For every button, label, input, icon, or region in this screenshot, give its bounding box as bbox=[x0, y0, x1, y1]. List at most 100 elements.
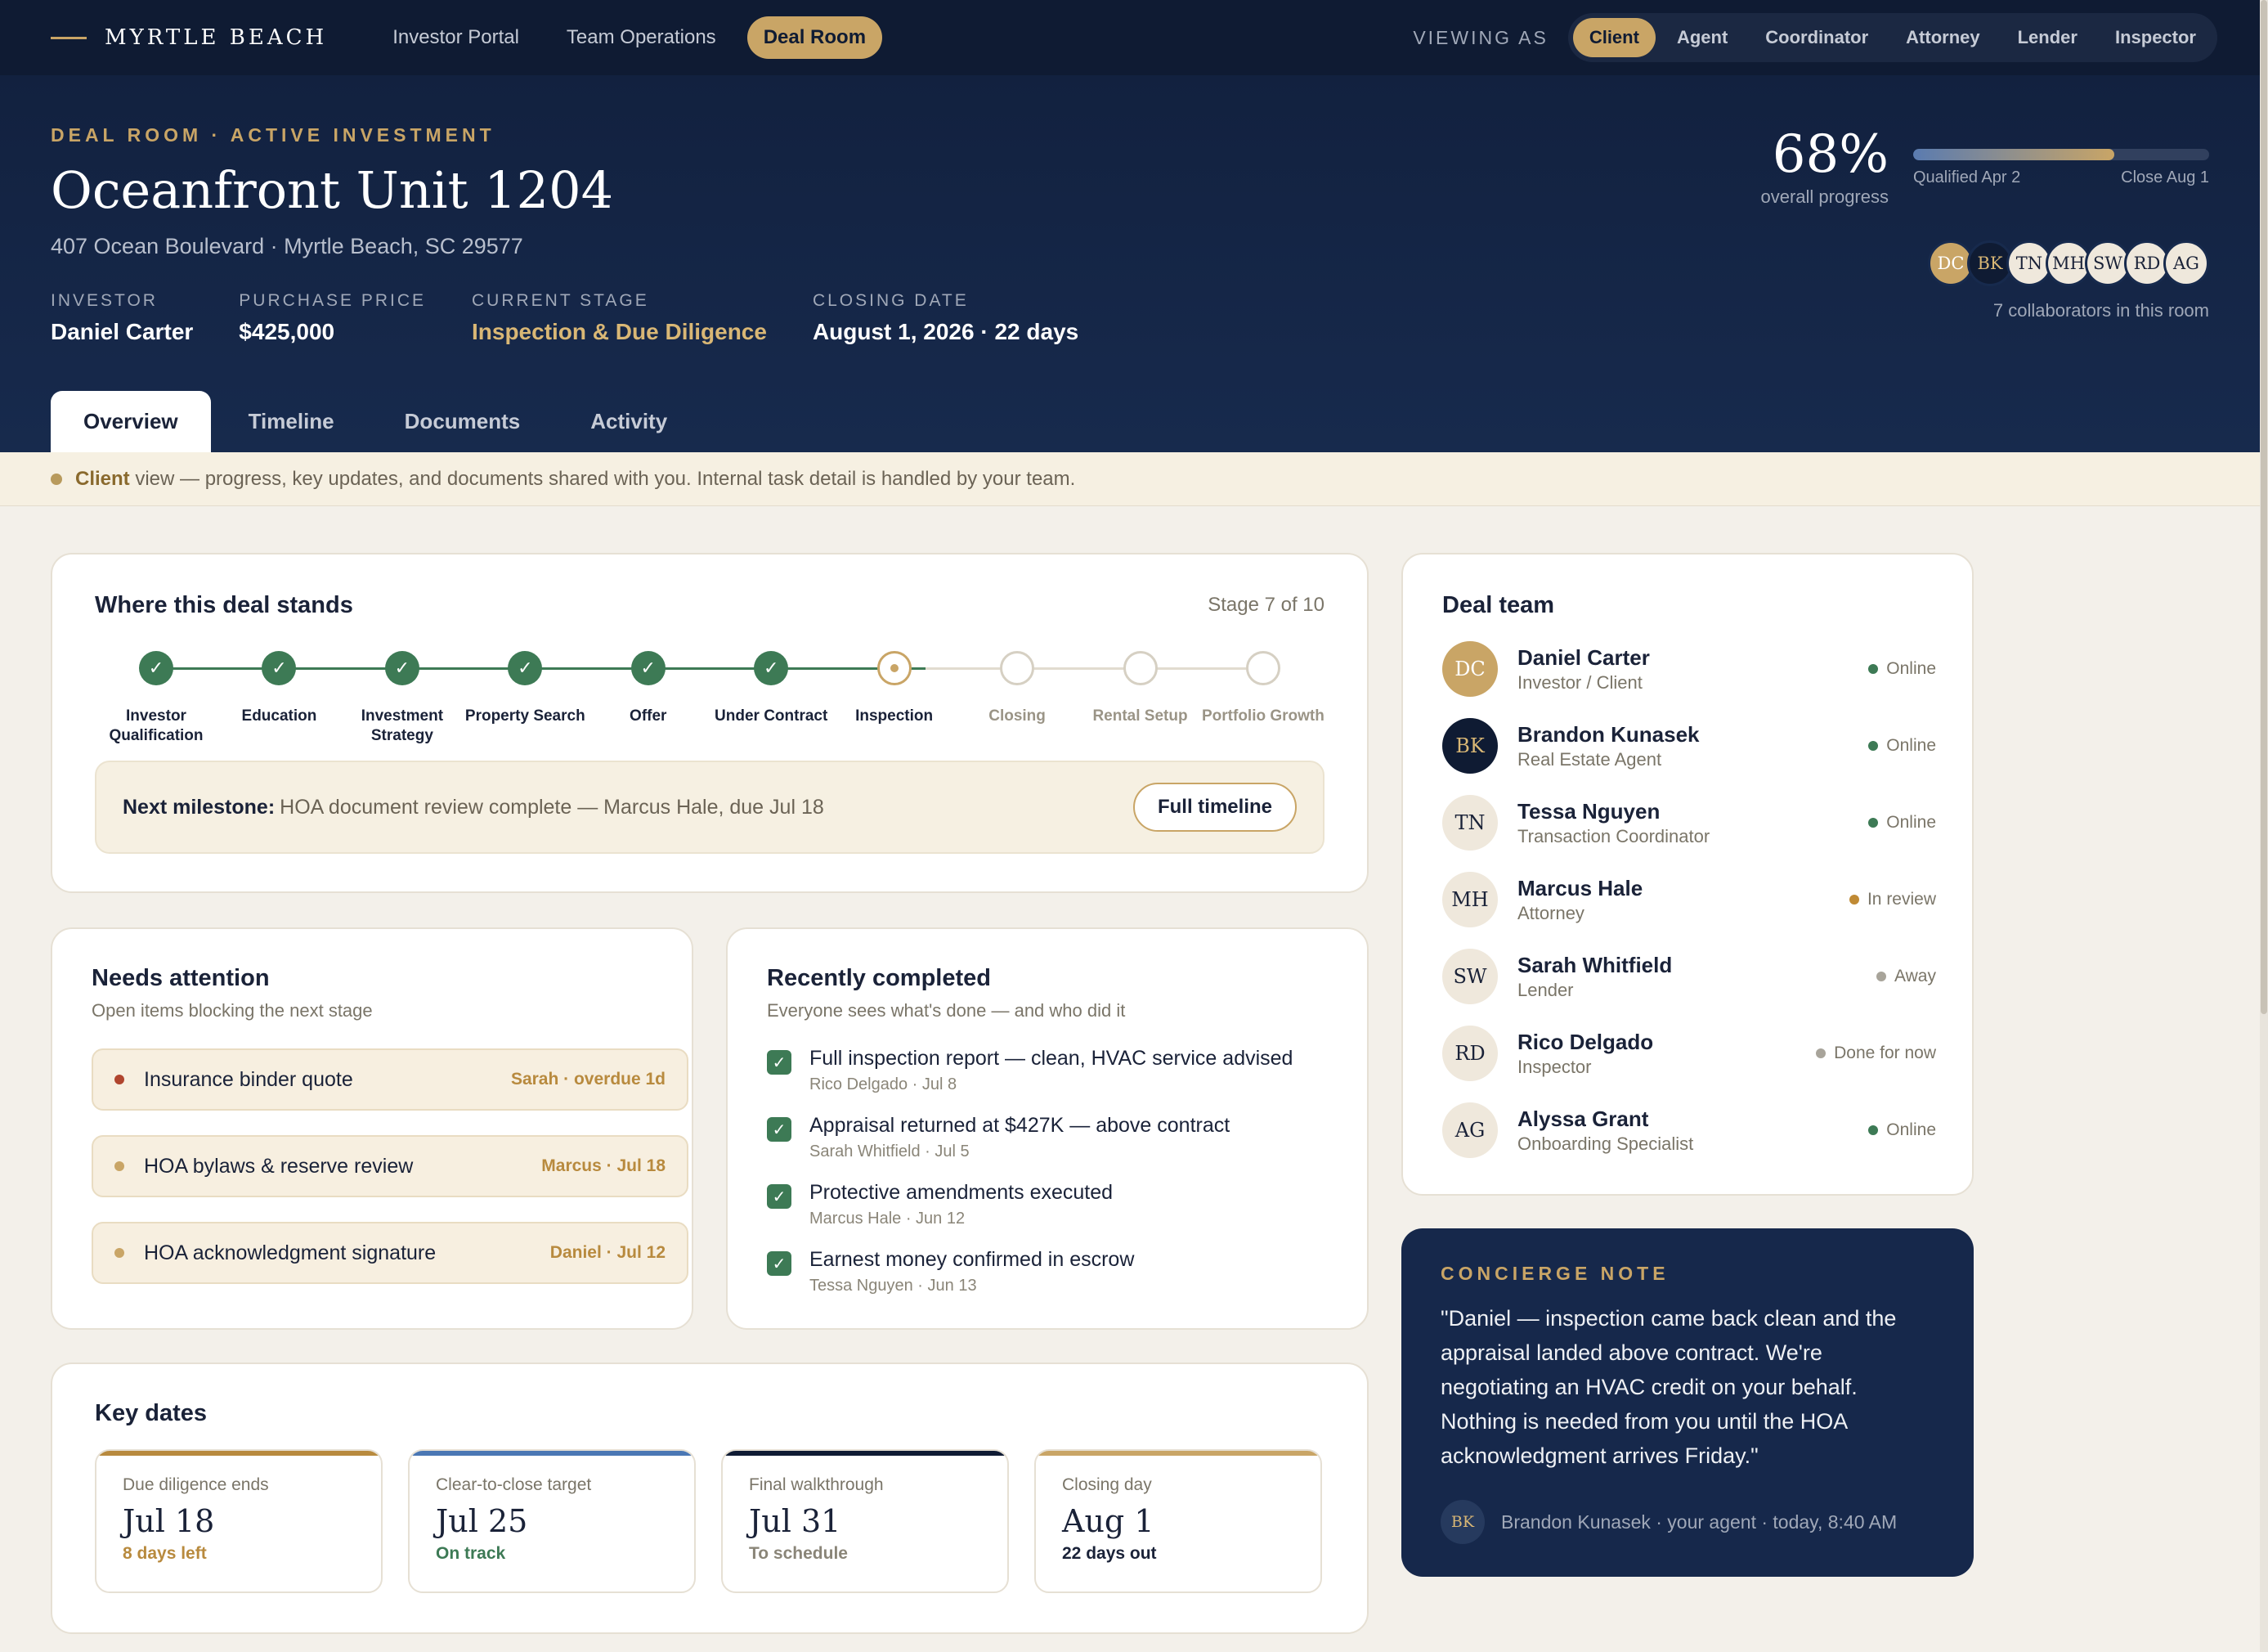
priority-dot bbox=[114, 1248, 124, 1258]
attention-item[interactable]: HOA bylaws & reserve review Marcus · Jul … bbox=[92, 1135, 688, 1197]
key-date-note: To schedule bbox=[749, 1544, 848, 1563]
avatar: BK bbox=[1442, 718, 1498, 774]
nav-link-deal-room[interactable]: Deal Room bbox=[746, 16, 883, 59]
stage-done-icon: ✓ bbox=[139, 651, 173, 685]
stage-step-label: Investor Qualification bbox=[109, 707, 204, 744]
stage-step-label: Rental Setup bbox=[1092, 707, 1188, 725]
role-agent[interactable]: Agent bbox=[1661, 18, 1744, 57]
role-inspector[interactable]: Inspector bbox=[2099, 18, 2212, 57]
page-scrollbar[interactable] bbox=[2260, 0, 2268, 1652]
stage-done-icon: ✓ bbox=[384, 651, 419, 685]
status-dot bbox=[1868, 1125, 1879, 1135]
stage-step-label: Under Contract bbox=[715, 707, 828, 725]
role-attorney[interactable]: Attorney bbox=[1889, 18, 1996, 57]
attention-item-meta: Daniel · Jul 12 bbox=[549, 1243, 666, 1262]
progress-percent: 68% bbox=[1772, 124, 1889, 185]
team-member-role: Transaction Coordinator bbox=[1517, 825, 1710, 846]
collaborator-avatars[interactable]: DC BK TN MH SW RD AG bbox=[1928, 240, 2209, 286]
collaborator-avatar[interactable]: AG bbox=[2163, 240, 2209, 286]
team-member[interactable]: TN Tessa Nguyen Transaction Coordinator Onl… bbox=[1442, 792, 1936, 854]
stage-current-icon bbox=[876, 651, 912, 685]
status-dot bbox=[1868, 818, 1879, 828]
status-badge: Online bbox=[1868, 659, 1936, 679]
stage-step-label: Closing bbox=[988, 707, 1046, 725]
team-member-info: Rico Delgado Inspector bbox=[1517, 1030, 1653, 1078]
overall-progress: 68% overall progress bbox=[1760, 126, 1889, 208]
team-member[interactable]: BK Brandon Kunasek Real Estate Agent Online bbox=[1442, 715, 1936, 777]
key-date-note: 8 days left bbox=[123, 1544, 207, 1563]
completed-item-body: Appraisal returned at $427K — above cont… bbox=[809, 1114, 1230, 1161]
team-member[interactable]: DC Daniel Carter Investor / Client Online bbox=[1442, 638, 1936, 700]
recently-completed-title: Recently completed bbox=[767, 965, 991, 991]
team-member[interactable]: RD Rico Delgado Inspector Done for now bbox=[1442, 1022, 1936, 1084]
viewing-as-label: VIEWING AS bbox=[1413, 26, 1549, 48]
nav-links: Investor Portal Team Operations Deal Room bbox=[376, 16, 883, 59]
team-member-name: Brandon Kunasek bbox=[1517, 721, 1700, 747]
priority-dot bbox=[114, 1075, 124, 1084]
deal-tabs: Overview Timeline Documents Activity bbox=[51, 391, 700, 452]
progress-end: Close Aug 1 bbox=[2121, 168, 2209, 186]
role-lender[interactable]: Lender bbox=[2001, 18, 2094, 57]
brand[interactable]: MYRTLE BEACH bbox=[51, 25, 327, 50]
team-member[interactable]: MH Marcus Hale Attorney In review bbox=[1442, 869, 1936, 931]
next-milestone: Next milestone: HOA document review comp… bbox=[95, 761, 1324, 854]
full-timeline-button[interactable]: Full timeline bbox=[1132, 783, 1297, 832]
stage-todo-icon bbox=[1000, 651, 1035, 685]
status-text: Away bbox=[1894, 967, 1936, 985]
team-member-info: Alyssa Grant Onboarding Specialist bbox=[1517, 1107, 1693, 1155]
stage-step-label: Inspection bbox=[855, 707, 934, 725]
stage-counter: Stage 7 of 10 bbox=[1208, 594, 1324, 616]
brand-name: MYRTLE BEACH bbox=[105, 25, 328, 50]
brand-mark bbox=[51, 36, 87, 39]
completed-item-body: Full inspection report — clean, HVAC ser… bbox=[809, 1047, 1293, 1094]
key-dates-card: Key dates Due diligence ends Jul 18 8 days… bbox=[51, 1362, 1369, 1634]
fact-value: $425,000 bbox=[239, 319, 335, 344]
page-title: Oceanfront Unit 1204 bbox=[51, 160, 614, 220]
completed-item-body: Protective amendments executed Marcus Hal… bbox=[809, 1181, 1113, 1228]
tab-activity[interactable]: Activity bbox=[558, 391, 700, 452]
team-member[interactable]: SW Sarah Whitfield Lender Away bbox=[1442, 945, 1936, 1008]
tab-overview[interactable]: Overview bbox=[51, 391, 211, 452]
team-member-name: Rico Delgado bbox=[1517, 1029, 1654, 1054]
key-date-label: Clear-to-close target bbox=[436, 1475, 592, 1494]
stage-todo-icon bbox=[1245, 651, 1280, 685]
scrollbar-thumb[interactable] bbox=[2261, 0, 2267, 1014]
team-member-name: Alyssa Grant bbox=[1517, 1106, 1649, 1131]
completed-item: ✓ Earnest money confirmed in escrow Tessa … bbox=[767, 1248, 1134, 1295]
attention-item-text: HOA acknowledgment signature bbox=[144, 1241, 437, 1264]
notice-body: view — progress, key updates, and docume… bbox=[135, 467, 1076, 490]
attention-item[interactable]: Insurance binder quote Sarah · overdue 1d bbox=[92, 1048, 688, 1111]
tab-timeline[interactable]: Timeline bbox=[216, 391, 367, 452]
stage-done-icon: ✓ bbox=[262, 651, 297, 685]
team-member-role: Real Estate Agent bbox=[1517, 748, 1662, 770]
status-text: Online bbox=[1886, 659, 1936, 678]
fact-closing-date: CLOSING DATE August 1, 2026 · 22 days bbox=[813, 291, 1078, 345]
priority-dot bbox=[114, 1161, 124, 1171]
attention-item[interactable]: HOA acknowledgment signature Daniel · Jul… bbox=[92, 1222, 688, 1284]
key-date-tile[interactable]: Due diligence ends Jul 18 8 days left bbox=[95, 1449, 383, 1593]
notice-text: Client view — progress, key updates, and… bbox=[75, 468, 1075, 491]
attention-item-meta: Sarah · overdue 1d bbox=[510, 1070, 666, 1089]
deal-stage-card: Where this deal stands Stage 7 of 10 ✓ In… bbox=[51, 553, 1369, 893]
progress-label: overall progress bbox=[1760, 186, 1889, 207]
deal-team-title: Deal team bbox=[1442, 592, 1555, 618]
tab-documents[interactable]: Documents bbox=[372, 391, 554, 452]
team-member[interactable]: AG Alyssa Grant Onboarding Specialist Onlin… bbox=[1442, 1099, 1936, 1161]
stage-done-icon: ✓ bbox=[630, 651, 666, 685]
team-member-role: Attorney bbox=[1517, 902, 1584, 923]
key-date-tile[interactable]: Clear-to-close target Jul 25 On track bbox=[408, 1449, 696, 1593]
role-coordinator[interactable]: Coordinator bbox=[1749, 18, 1885, 57]
role-client[interactable]: Client bbox=[1572, 18, 1656, 57]
nav-link-team-operations[interactable]: Team Operations bbox=[550, 16, 733, 59]
status-text: Online bbox=[1886, 1120, 1936, 1139]
key-date-tile[interactable]: Closing day Aug 1 22 days out bbox=[1034, 1449, 1322, 1593]
status-dot bbox=[1849, 895, 1859, 905]
avatar: AG bbox=[1442, 1102, 1498, 1158]
stage-done-icon: ✓ bbox=[508, 651, 543, 685]
stage-step: ✓ Offer bbox=[587, 651, 710, 746]
nav-link-investor-portal[interactable]: Investor Portal bbox=[376, 16, 536, 59]
team-member-role: Inspector bbox=[1517, 1056, 1592, 1077]
key-date-tile[interactable]: Final walkthrough Jul 31 To schedule bbox=[721, 1449, 1009, 1593]
role-notice: Client view — progress, key updates, and… bbox=[0, 452, 2260, 506]
team-member-name: Daniel Carter bbox=[1517, 644, 1650, 670]
